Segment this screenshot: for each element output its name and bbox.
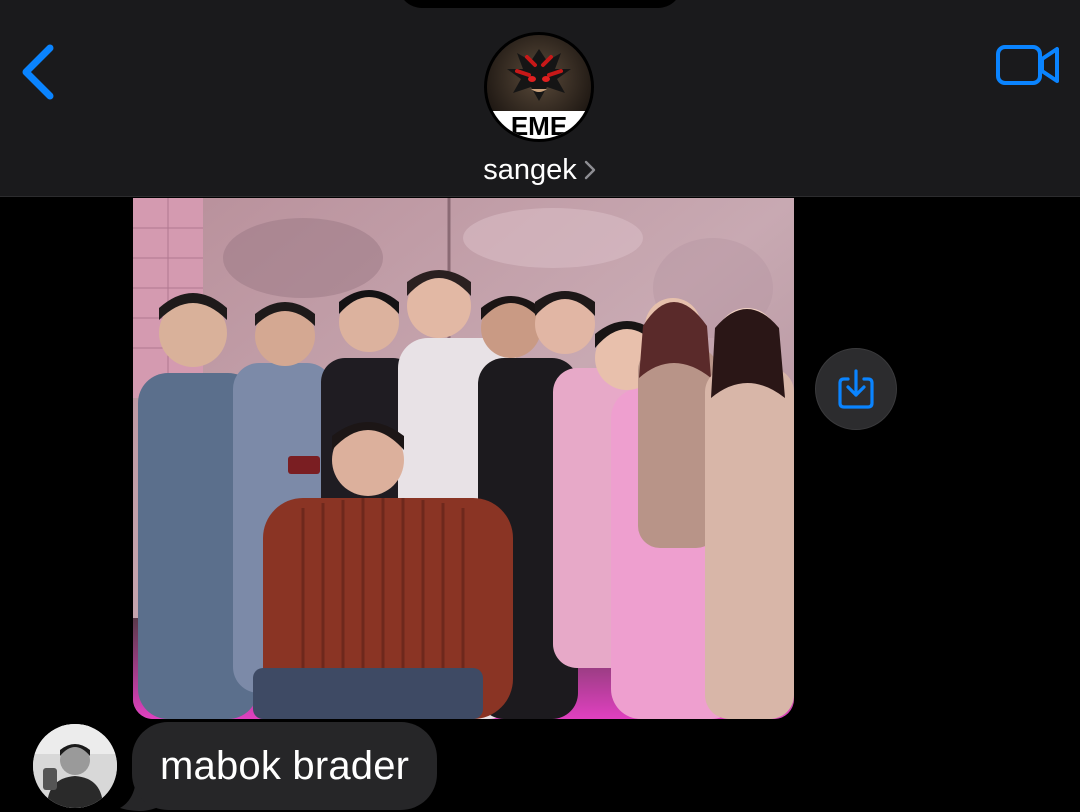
message-text: mabok brader: [160, 743, 410, 788]
save-download-icon: [838, 369, 874, 409]
contact-name-button[interactable]: sangek: [0, 150, 1080, 190]
video-call-button[interactable]: [994, 42, 1062, 88]
contact-avatar[interactable]: EME: [484, 32, 594, 142]
save-photo-button[interactable]: [815, 348, 897, 430]
avatar-image: [33, 724, 117, 808]
video-camera-icon: [996, 45, 1059, 85]
sender-avatar[interactable]: [33, 724, 117, 808]
avatar-image: EME: [487, 35, 591, 139]
photo-message[interactable]: [133, 198, 794, 719]
avatar-banner-text: EME: [511, 111, 567, 139]
chevron-right-icon: [584, 160, 595, 180]
chevron-left-icon: [22, 44, 54, 100]
back-button[interactable]: [14, 38, 64, 104]
message-bubble[interactable]: mabok brader: [132, 722, 438, 810]
chat-screen: EME sangek mabok brader: [0, 0, 1080, 812]
group-photo: [133, 198, 794, 719]
device-notch: [398, 0, 682, 8]
chat-header: EME sangek: [0, 0, 1080, 197]
contact-name: sangek: [483, 153, 577, 186]
